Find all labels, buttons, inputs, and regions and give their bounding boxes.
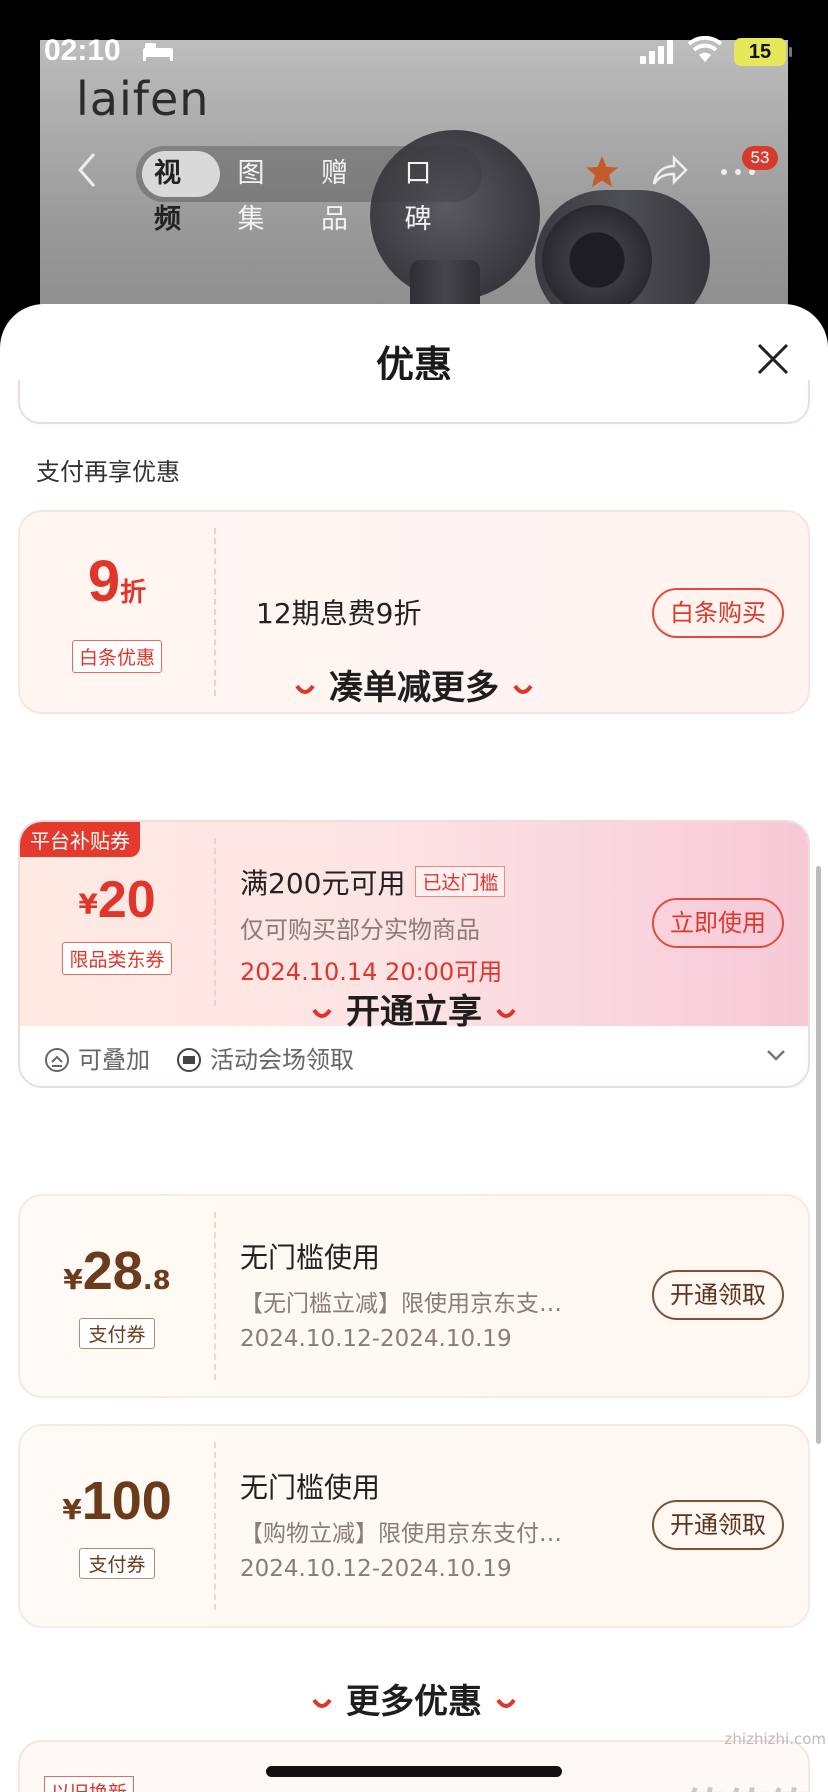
battery-indicator: 15 xyxy=(734,38,792,66)
tab-gifts[interactable]: 赠品 xyxy=(309,151,387,235)
pay-coupon-amount: ¥28.8 xyxy=(20,1240,214,1302)
pay-coupon-date: 2024.10.12-2024.10.19 xyxy=(240,1326,512,1352)
watermark: 值值值 xyxy=(670,1774,820,1792)
section-combine-label: 凑单减更多 xyxy=(329,668,499,708)
signal-icon xyxy=(640,40,673,64)
coupon-threshold: 满200元可用 xyxy=(240,867,406,900)
discount-unit: 折 xyxy=(120,578,147,608)
pay-coupon-card: ¥28.8 支付券 无门槛使用 【无门槛立减】限使用京东支… 2024.10.1… xyxy=(18,1194,810,1398)
pay-coupon-desc: 【无门槛立减】限使用京东支… xyxy=(240,1291,562,1317)
open-claim-button[interactable]: 开通领取 xyxy=(652,1270,784,1320)
section-more-label: 更多优惠 xyxy=(346,1682,482,1722)
smile-icon xyxy=(496,1698,516,1708)
tab-reviews[interactable]: 口碑 xyxy=(393,151,471,235)
pay-coupon-card: ¥100 支付券 无门槛使用 【购物立减】限使用京东支付… 2024.10.12… xyxy=(18,1424,810,1628)
watermark-url: zhizhizhi.com xyxy=(724,1730,826,1748)
chevron-down-icon[interactable] xyxy=(766,1048,786,1062)
ticket-icon xyxy=(177,1048,201,1072)
star-icon[interactable] xyxy=(584,154,620,190)
stack-icon xyxy=(45,1048,69,1072)
home-indicator[interactable] xyxy=(266,1766,562,1777)
smile-icon xyxy=(513,684,533,694)
pay-coupon-value: 100 xyxy=(81,1471,172,1531)
stackable-label: 可叠加 xyxy=(78,1046,150,1074)
section-heading-more: 更多优惠 xyxy=(0,1674,828,1723)
currency-symbol: ¥ xyxy=(62,1493,82,1526)
pay-coupon-tag: 支付券 xyxy=(79,1548,155,1579)
use-now-button[interactable]: 立即使用 xyxy=(652,898,784,948)
currency-symbol: ¥ xyxy=(63,1263,83,1296)
bed-icon xyxy=(143,43,173,61)
discount-value: 9 xyxy=(87,549,121,614)
smile-icon xyxy=(295,684,315,694)
platform-coupon-card: 平台补贴券 ¥20 限品类东券 满200元可用 已达门槛 仅可购买部分实物商品 2… xyxy=(18,820,810,1088)
share-icon[interactable] xyxy=(650,154,688,188)
tab-gallery[interactable]: 图集 xyxy=(226,151,304,235)
pay-coupon-desc: 【购物立减】限使用京东支付… xyxy=(240,1521,562,1547)
close-icon[interactable] xyxy=(756,342,790,376)
notification-badge: 53 xyxy=(742,146,778,170)
baitiao-buy-button[interactable]: 白条购买 xyxy=(652,588,784,638)
section-open-label: 开通立享 xyxy=(346,992,482,1032)
wifi-icon xyxy=(688,36,722,62)
coupon-desc: 仅可购买部分实物商品 xyxy=(240,916,480,944)
dashed-divider xyxy=(214,1212,216,1380)
pay-coupon-title: 无门槛使用 xyxy=(240,1471,381,1504)
coupon-date: 2024.10.14 20:00可用 xyxy=(240,958,503,986)
trade-in-tag: 以旧换新 xyxy=(44,1776,135,1792)
smile-icon xyxy=(496,1008,516,1018)
section-heading-combine: 凑单减更多 xyxy=(0,660,828,709)
stackable-info: 可叠加 xyxy=(44,1040,150,1075)
venue-info: 活动会场领取 xyxy=(176,1040,354,1075)
coupon-ribbon: 平台补贴券 xyxy=(20,822,140,857)
dashed-divider xyxy=(214,838,216,1006)
status-bar: 02:10 15 xyxy=(0,0,828,100)
media-tabs: 视频 图集 赠品 口碑 xyxy=(136,146,482,235)
threshold-met-badge: 已达门槛 xyxy=(415,866,506,897)
pay-coupon-title: 无门槛使用 xyxy=(240,1241,381,1274)
coupon-title: 满200元可用 已达门槛 xyxy=(240,862,506,902)
pay-coupon-tag: 支付券 xyxy=(79,1318,155,1349)
status-time: 02:10 xyxy=(44,34,121,67)
previous-card-edge xyxy=(18,380,810,424)
smile-icon xyxy=(312,1698,332,1708)
currency-symbol: ¥ xyxy=(78,887,98,921)
discount-sheet: 优惠 支付再享优惠 9折 白条优惠 12期息费9折 白条购买 凑单减更多 平台补… xyxy=(0,304,828,1792)
scrollbar[interactable] xyxy=(816,866,821,1444)
section-heading-open: 开通立享 xyxy=(0,984,828,1033)
pay-coupon-date: 2024.10.12-2024.10.19 xyxy=(240,1556,512,1582)
open-claim-button[interactable]: 开通领取 xyxy=(652,1500,784,1550)
venue-label: 活动会场领取 xyxy=(210,1046,354,1074)
pay-coupon-value: 28 xyxy=(82,1241,143,1301)
tab-video[interactable]: 视频 xyxy=(142,151,220,235)
pay-coupon-decimal: .8 xyxy=(142,1266,171,1296)
coupon-footer[interactable]: 可叠加 活动会场领取 xyxy=(20,1026,808,1086)
pay-coupon-amount: ¥100 xyxy=(20,1470,214,1532)
pay-section-label: 支付再享优惠 xyxy=(36,458,180,486)
baitiao-discount: 9折 xyxy=(20,548,214,615)
coupon-type-tag: 限品类东券 xyxy=(62,942,172,975)
smile-icon xyxy=(312,1008,332,1018)
back-arrow-icon[interactable] xyxy=(72,150,102,190)
hair-dryer-nozzle xyxy=(542,205,652,315)
coupon-value: 20 xyxy=(97,871,156,929)
baitiao-text: 12期息费9折 xyxy=(256,597,422,630)
coupon-amount: ¥20 xyxy=(20,870,214,930)
dashed-divider xyxy=(214,1442,216,1610)
